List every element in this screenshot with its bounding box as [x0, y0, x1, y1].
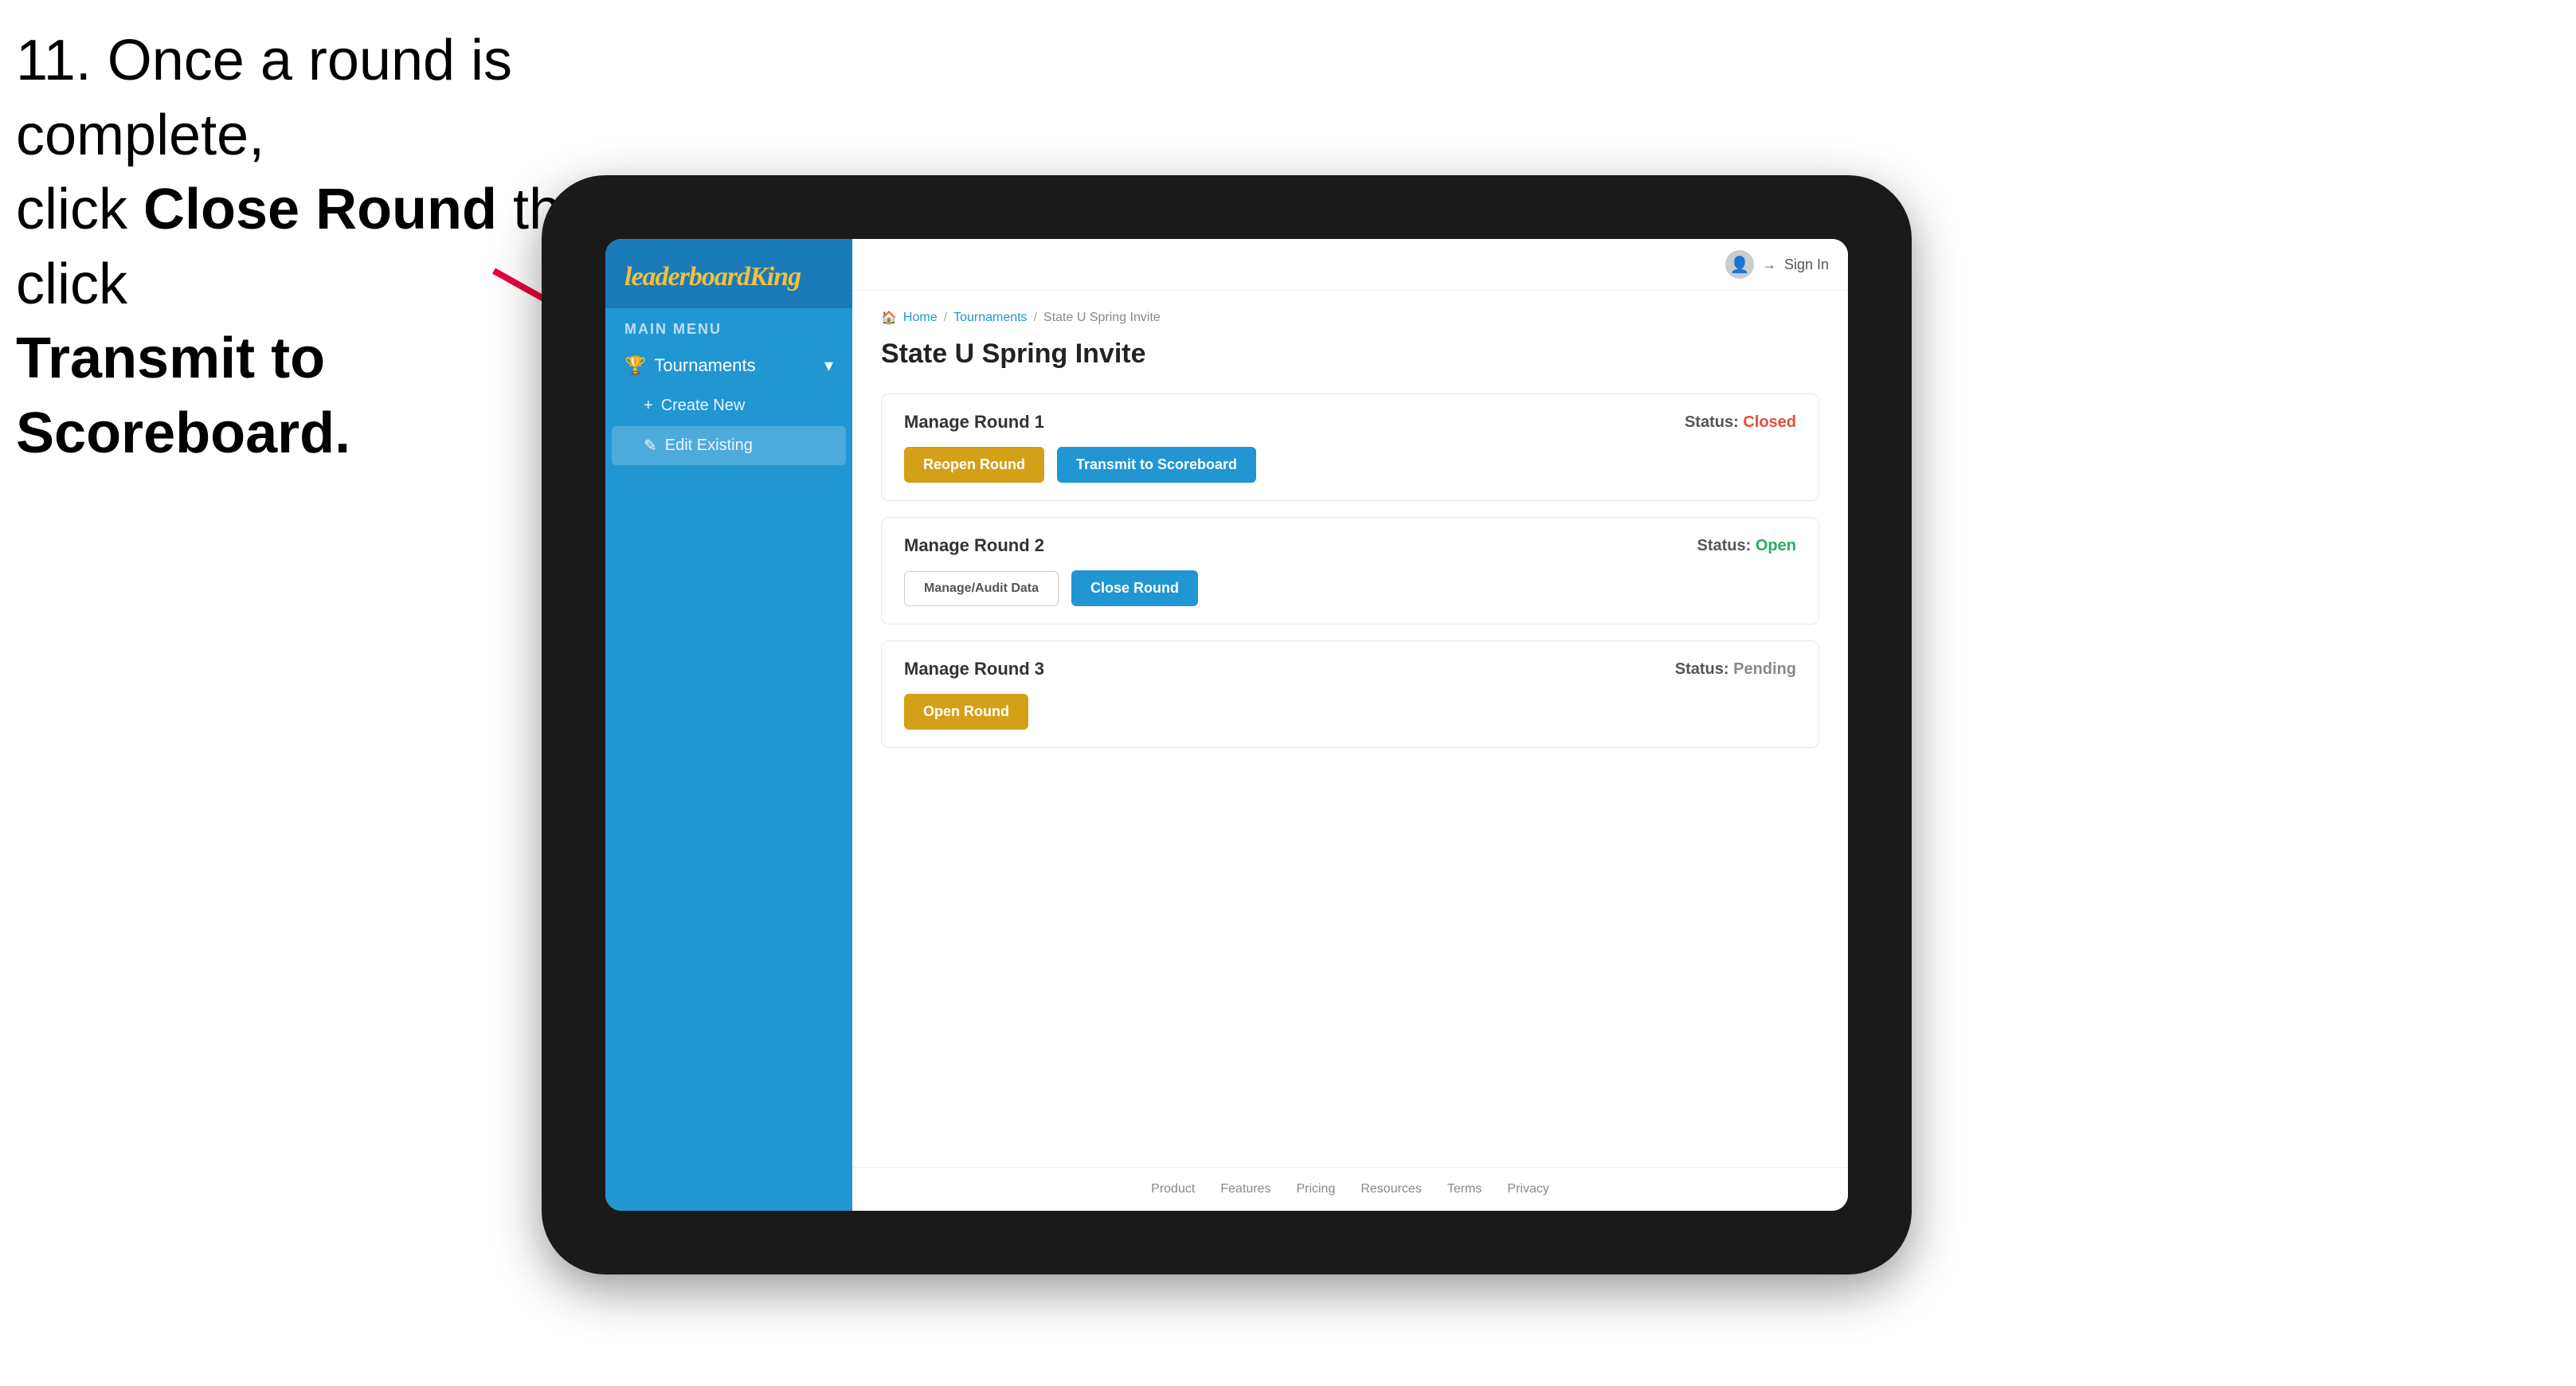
tablet-screen: leaderboardKing MAIN MENU 🏆 Tournaments …: [605, 239, 1848, 1211]
open-round-button[interactable]: Open Round: [904, 694, 1028, 730]
footer-terms[interactable]: Terms: [1447, 1182, 1482, 1196]
edit-existing-label: Edit Existing: [665, 437, 753, 455]
footer-features[interactable]: Features: [1220, 1182, 1270, 1196]
sign-in-text: Sign In: [1784, 256, 1829, 273]
main-menu-label: MAIN MENU: [605, 308, 852, 344]
round-2-status-value: Open: [1756, 537, 1796, 554]
breadcrumb-home: 🏠: [881, 310, 897, 326]
plus-icon: +: [644, 397, 653, 415]
footer: Product Features Pricing Resources Terms…: [852, 1167, 1848, 1211]
content-area: 🏠 Home / Tournaments / State U Spring In…: [852, 291, 1848, 1167]
page-title: State U Spring Invite: [881, 339, 1819, 370]
breadcrumb: 🏠 Home / Tournaments / State U Spring In…: [881, 310, 1819, 326]
round-1-title: Manage Round 1: [904, 412, 1044, 433]
footer-resources[interactable]: Resources: [1360, 1182, 1421, 1196]
create-new-label: Create New: [661, 397, 746, 415]
avatar: 👤: [1725, 250, 1754, 279]
breadcrumb-current: State U Spring Invite: [1043, 311, 1161, 325]
sidebar-edit-existing[interactable]: ✎ Edit Existing: [612, 426, 846, 465]
breadcrumb-sep-2: /: [1034, 311, 1037, 325]
sign-in-area[interactable]: 👤 → Sign In: [1725, 250, 1829, 279]
sign-in-label: →: [1762, 256, 1776, 273]
reopen-round-button[interactable]: Reopen Round: [904, 447, 1044, 483]
round-3-status: Status: Pending: [1675, 660, 1796, 679]
sidebar-create-new[interactable]: + Create New: [605, 387, 852, 425]
top-bar: 👤 → Sign In: [852, 239, 1848, 291]
footer-privacy[interactable]: Privacy: [1507, 1182, 1548, 1196]
footer-pricing[interactable]: Pricing: [1296, 1182, 1335, 1196]
logo-area: leaderboardKing: [605, 239, 852, 308]
round-1-section: Manage Round 1 Status: Closed Reopen Rou…: [881, 393, 1819, 501]
app-layout: leaderboardKing MAIN MENU 🏆 Tournaments …: [605, 239, 1848, 1211]
round-2-section: Manage Round 2 Status: Open Manage/Audit…: [881, 517, 1819, 624]
transmit-to-scoreboard-button[interactable]: Transmit to Scoreboard: [1057, 447, 1256, 483]
sidebar-item-tournaments[interactable]: 🏆 Tournaments ▾: [605, 344, 852, 387]
breadcrumb-sep-1: /: [944, 311, 947, 325]
round-3-title: Manage Round 3: [904, 659, 1044, 679]
sidebar: leaderboardKing MAIN MENU 🏆 Tournaments …: [605, 239, 852, 1211]
round-1-status: Status: Closed: [1685, 413, 1796, 432]
tablet-device: leaderboardKing MAIN MENU 🏆 Tournaments …: [542, 175, 1912, 1274]
manage-audit-data-button[interactable]: Manage/Audit Data: [904, 571, 1059, 606]
trophy-icon: 🏆: [624, 355, 646, 376]
edit-icon: ✎: [644, 436, 657, 456]
chevron-down-icon: ▾: [824, 355, 833, 376]
footer-product[interactable]: Product: [1151, 1182, 1195, 1196]
logo: leaderboardKing: [624, 261, 833, 292]
round-3-section: Manage Round 3 Status: Pending Open Roun…: [881, 640, 1819, 748]
main-content: 👤 → Sign In 🏠 Home / Tournaments / State…: [852, 239, 1848, 1211]
close-round-button[interactable]: Close Round: [1071, 570, 1198, 606]
round-2-status: Status: Open: [1697, 537, 1796, 555]
round-3-status-value: Pending: [1733, 660, 1796, 678]
breadcrumb-tournaments-link[interactable]: Tournaments: [953, 311, 1028, 325]
breadcrumb-home-link[interactable]: Home: [903, 311, 938, 325]
round-1-status-value: Closed: [1743, 413, 1796, 431]
round-2-title: Manage Round 2: [904, 535, 1044, 556]
sidebar-tournaments-label: Tournaments: [654, 355, 755, 376]
